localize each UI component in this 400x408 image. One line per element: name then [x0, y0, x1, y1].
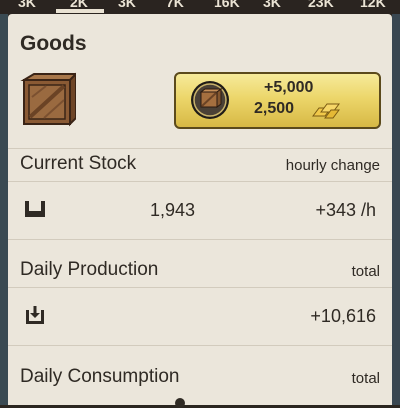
divider [8, 287, 392, 288]
goods-panel: Goods +5,000 2,500 Current Stock hourly … [8, 14, 392, 408]
daily-consumption-title: Daily Consumption [20, 366, 180, 387]
divider [8, 239, 392, 240]
download-box-icon [26, 306, 44, 324]
top-value-3[interactable]: 7K [166, 0, 184, 10]
crate-coin-icon [191, 81, 229, 119]
scroll-indicator[interactable] [175, 398, 185, 408]
reward-badge[interactable]: +5,000 2,500 [174, 72, 381, 129]
reward-amount-bottom: 2,500 [254, 100, 295, 117]
daily-consumption-hint: total [351, 370, 380, 387]
current-stock-change: +343 /h [315, 200, 376, 220]
top-value-5[interactable]: 3K [263, 0, 281, 10]
top-value-6[interactable]: 23K [308, 0, 334, 10]
reward-amount-top: +5,000 [264, 79, 314, 96]
top-value-0[interactable]: 3K [18, 0, 36, 10]
daily-production-value: +10,616 [310, 306, 376, 326]
right-edge [392, 14, 400, 405]
divider [8, 345, 392, 346]
current-stock-hint: hourly change [285, 157, 380, 174]
top-value-2[interactable]: 3K [118, 0, 136, 10]
current-stock-title: Current Stock [20, 153, 137, 174]
daily-production-title: Daily Production [20, 259, 159, 280]
left-edge [0, 14, 8, 405]
panel-title: Goods [20, 32, 87, 55]
selected-indicator [56, 9, 104, 13]
current-stock-value: 1,943 [150, 200, 196, 220]
top-value-4[interactable]: 16K [214, 0, 240, 10]
divider [8, 148, 392, 149]
crate-icon [20, 72, 76, 127]
storage-icon [25, 201, 45, 217]
divider [8, 181, 392, 182]
top-value-7[interactable]: 12K [360, 0, 386, 10]
gold-bars-icon [312, 103, 340, 119]
daily-production-hint: total [351, 263, 380, 280]
top-value-strip: 3K 2K 3K 7K 16K 3K 23K 12K [0, 0, 400, 14]
